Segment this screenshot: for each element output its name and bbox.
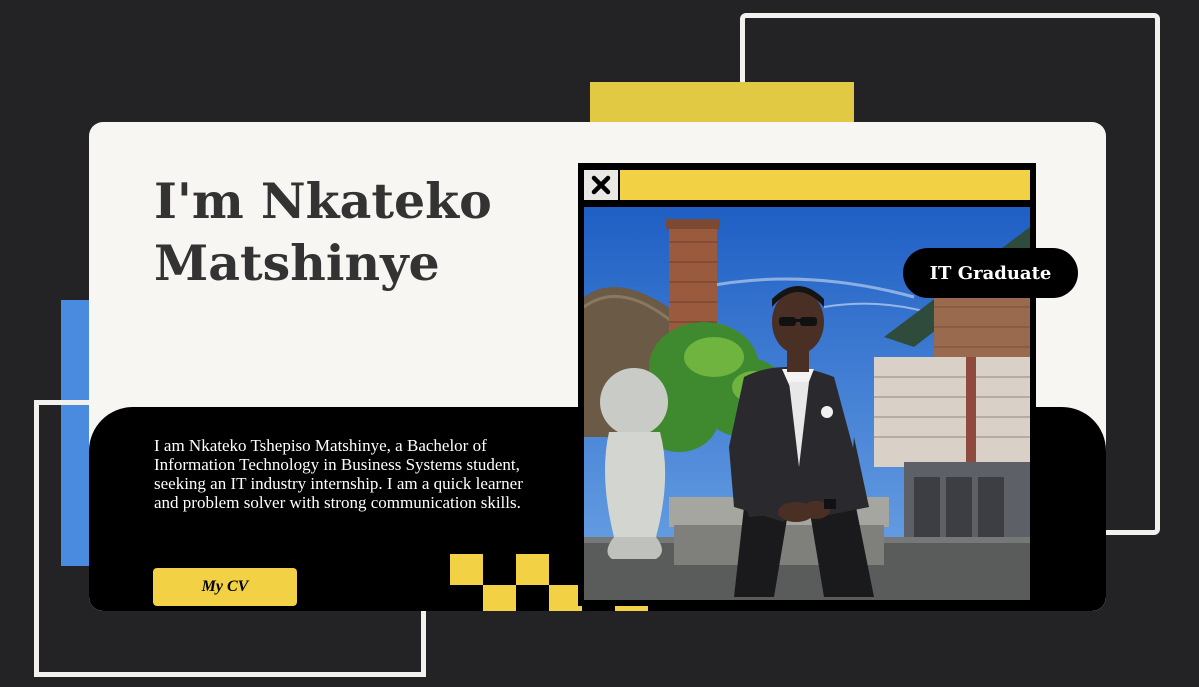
checker-square	[483, 585, 516, 611]
my-cv-button[interactable]: My CV	[153, 568, 297, 606]
checker-square	[450, 554, 483, 585]
it-graduate-badge: IT Graduate	[903, 248, 1078, 298]
bio-text: I am Nkateko Tshepiso Matshinye, a Bache…	[154, 436, 523, 512]
decorative-yellow-tab	[590, 82, 854, 126]
close-button[interactable]	[584, 170, 618, 200]
photo-window	[578, 163, 1036, 606]
page-title: I'm Nkateko Matshinye	[154, 172, 492, 292]
close-icon	[591, 175, 611, 195]
window-titlebar	[620, 170, 1030, 200]
checker-square	[516, 554, 549, 585]
